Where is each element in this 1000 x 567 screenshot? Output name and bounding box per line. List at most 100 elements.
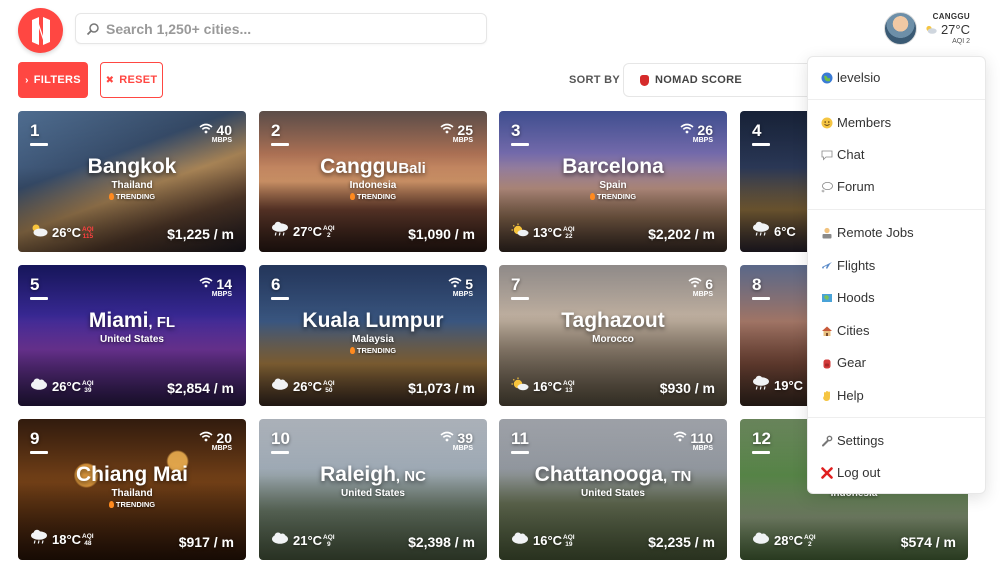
fire-icon — [589, 193, 595, 200]
rank-underline — [271, 451, 289, 454]
rain-weather-icon — [271, 221, 289, 242]
rain-weather-icon — [752, 221, 770, 242]
city-card[interactable]: 6 5 MBPS Kuala Lumpur Malaysia TRENDING 26… — [259, 265, 487, 406]
card-rank: 1 — [30, 121, 40, 140]
rank-underline — [511, 451, 529, 454]
wifi-icon — [673, 429, 687, 447]
card-aqi: AQI 22 — [563, 225, 575, 240]
card-city-name: Taghazout — [561, 309, 665, 332]
trending-badge: TRENDING — [499, 192, 727, 201]
card-aqi: AQI 19 — [563, 533, 575, 548]
internet-speed: 39 MBPS — [440, 429, 473, 452]
card-location: Taghazout Morocco — [499, 309, 727, 345]
wave-hand-icon — [820, 389, 833, 402]
fire-icon — [349, 347, 355, 354]
rank-underline — [271, 297, 289, 300]
city-card[interactable]: 7 6 MBPS Taghazout Morocco 16°C AQI 13 $930 … — [499, 265, 727, 406]
cloud-weather-icon — [30, 377, 48, 396]
card-location: CangguBali Indonesia TRENDING — [259, 155, 487, 201]
menu-item-profile[interactable]: levelsio — [820, 70, 880, 85]
card-aqi: AQI 13 — [563, 379, 575, 394]
rank-underline — [752, 451, 770, 454]
rank-underline — [752, 297, 770, 300]
current-aqi: AQI 2 — [952, 38, 970, 45]
card-aqi: AQI 115 — [82, 225, 94, 240]
rank-underline — [30, 297, 48, 300]
rank-underline — [30, 451, 48, 454]
card-city-name: Kuala Lumpur — [302, 309, 444, 332]
card-rank: 5 — [30, 275, 40, 294]
internet-speed: 26 MBPS — [680, 121, 713, 144]
card-city-name: Miami, FL — [88, 309, 176, 332]
card-cost: $930 / m — [659, 380, 715, 396]
card-weather: 26°C AQI 39 — [30, 377, 94, 396]
internet-speed: 25 MBPS — [440, 121, 473, 144]
card-rank: 12 — [752, 429, 771, 448]
user-menu: levelsio Members Chat Forum Remote Jobs … — [807, 56, 986, 494]
menu-item-members[interactable]: Members — [820, 115, 891, 130]
close-icon: ✖ — [105, 74, 115, 86]
search-icon — [86, 22, 99, 35]
card-location: Chiang Mai Thailand TRENDING — [18, 463, 246, 509]
globe-icon — [820, 71, 833, 84]
menu-item-cities[interactable]: Cities — [820, 323, 870, 338]
search-input[interactable] — [106, 20, 476, 37]
card-weather: 27°C AQI 2 — [271, 221, 335, 242]
rank-underline — [511, 143, 529, 146]
trending-badge: TRENDING — [18, 192, 246, 201]
card-aqi: AQI 9 — [323, 533, 335, 548]
city-card[interactable]: 10 39 MBPS Raleigh, NC United States 21°C… — [259, 419, 487, 560]
card-weather: 19°C — [752, 375, 803, 396]
menu-item-help[interactable]: Help — [820, 388, 864, 403]
card-rank: 11 — [511, 429, 529, 448]
speech-bubble-icon — [820, 148, 833, 161]
card-cost: $1,225 / m — [167, 226, 234, 242]
card-aqi: AQI 48 — [82, 532, 94, 547]
user-avatar[interactable] — [884, 12, 917, 45]
card-location: Barcelona Spain TRENDING — [499, 155, 727, 201]
internet-speed: 14 MBPS — [199, 275, 232, 298]
rank-underline — [271, 143, 289, 146]
menu-item-chat[interactable]: Chat — [820, 147, 864, 162]
city-card[interactable]: 9 20 MBPS Chiang Mai Thailand TRENDING 18°… — [18, 419, 246, 560]
internet-speed: 6 MBPS — [688, 275, 713, 298]
menu-item-logout[interactable]: Log out — [820, 465, 880, 480]
menu-item-remote-jobs[interactable]: Remote Jobs — [820, 225, 914, 240]
rank-underline — [511, 297, 529, 300]
nomadlist-logo[interactable] — [18, 8, 63, 53]
menu-item-settings[interactable]: Settings — [820, 433, 884, 448]
menu-item-forum[interactable]: Forum — [820, 179, 875, 194]
filters-button[interactable]: › FILTERS — [18, 62, 88, 98]
city-card[interactable]: 11 110 MBPS Chattanooga, TN United States… — [499, 419, 727, 560]
menu-item-gear[interactable]: Gear — [820, 355, 866, 370]
card-country: Thailand — [111, 488, 153, 499]
chevron-right-icon: › — [25, 74, 29, 86]
city-card[interactable]: 3 26 MBPS Barcelona Spain TRENDING 13°C AQI… — [499, 111, 727, 252]
technologist-icon — [820, 226, 833, 239]
card-aqi: AQI 2 — [804, 533, 816, 548]
current-location-widget[interactable]: CANGGU 27°C AQI 2 — [922, 12, 970, 45]
partly-weather-icon — [30, 223, 48, 242]
internet-speed: 110 MBPS — [673, 429, 713, 452]
menu-item-hoods[interactable]: Hoods — [820, 290, 875, 305]
current-temp: 27°C — [922, 22, 970, 37]
city-card[interactable]: 2 25 MBPS CangguBali Indonesia TRENDING 27… — [259, 111, 487, 252]
internet-speed: 5 MBPS — [448, 275, 473, 298]
trending-badge: TRENDING — [259, 192, 487, 201]
card-cost: $2,854 / m — [167, 380, 234, 396]
city-card[interactable]: 5 14 MBPS Miami, FL United States 26°C AQI… — [18, 265, 246, 406]
wrench-icon — [820, 434, 833, 447]
sort-label: SORT BY — [569, 74, 620, 86]
card-location: Raleigh, NC United States — [259, 463, 487, 499]
sun-weather-icon — [511, 223, 529, 242]
card-cost: $1,090 / m — [408, 226, 475, 242]
card-weather: 26°C AQI 115 — [30, 223, 94, 242]
card-weather: 16°C AQI 19 — [511, 531, 575, 550]
search-bar[interactable] — [75, 13, 487, 44]
reset-button[interactable]: ✖ RESET — [100, 62, 163, 98]
city-card[interactable]: 1 40 MBPS Bangkok Thailand TRENDING 26°C AQ… — [18, 111, 246, 252]
menu-item-flights[interactable]: Flights — [820, 258, 875, 273]
card-rank: 2 — [271, 121, 281, 140]
card-country: United States — [100, 334, 164, 345]
sort-select[interactable]: NOMAD SCORE — [623, 63, 823, 97]
